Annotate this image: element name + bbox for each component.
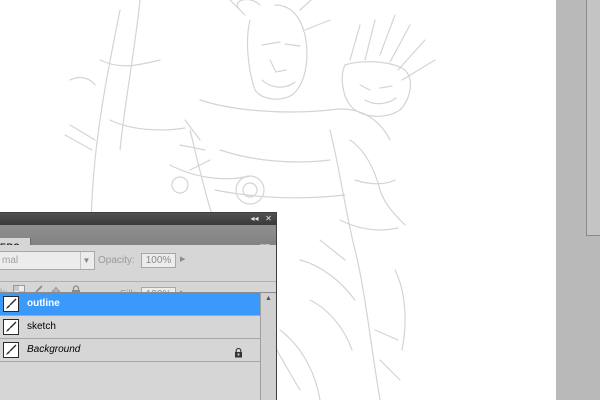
- chevron-down-icon: ▼: [80, 252, 92, 269]
- layers-panel: ◂◂ ✕ ERS ▾≡ mal ▼ Opacity: 100% ▶ k:: [0, 212, 277, 400]
- layers-list: outline sketch Background: [0, 292, 260, 400]
- layer-thumbnail[interactable]: [3, 342, 19, 358]
- blend-mode-value: mal: [2, 255, 19, 266]
- layer-name[interactable]: Background: [27, 344, 80, 355]
- layer-row-background[interactable]: Background: [0, 339, 260, 362]
- close-icon[interactable]: ✕: [263, 214, 274, 224]
- photoshop-workspace: ◂◂ ✕ ERS ▾≡ mal ▼ Opacity: 100% ▶ k:: [0, 0, 600, 400]
- opacity-arrow-icon[interactable]: ▶: [180, 255, 185, 263]
- opacity-label: Opacity:: [98, 255, 135, 266]
- layer-name[interactable]: outline: [27, 298, 60, 309]
- layer-thumbnail[interactable]: [3, 296, 19, 312]
- layers-scrollbar[interactable]: ▲: [260, 292, 276, 400]
- layer-row-sketch[interactable]: sketch: [0, 316, 260, 339]
- lock-icon: [234, 345, 243, 358]
- blend-mode-select[interactable]: mal ▼: [0, 251, 95, 270]
- layer-name[interactable]: sketch: [27, 321, 56, 332]
- layer-thumbnail[interactable]: [3, 319, 19, 335]
- double-chevron-left-icon[interactable]: ◂◂: [249, 214, 260, 224]
- layer-row-outline[interactable]: outline: [0, 293, 260, 316]
- right-dock-panel[interactable]: [586, 0, 600, 236]
- panel-titlebar[interactable]: ◂◂ ✕: [0, 213, 276, 225]
- scroll-up-icon[interactable]: ▲: [265, 295, 272, 302]
- opacity-input[interactable]: 100%: [141, 253, 176, 268]
- options-divider: [0, 281, 276, 282]
